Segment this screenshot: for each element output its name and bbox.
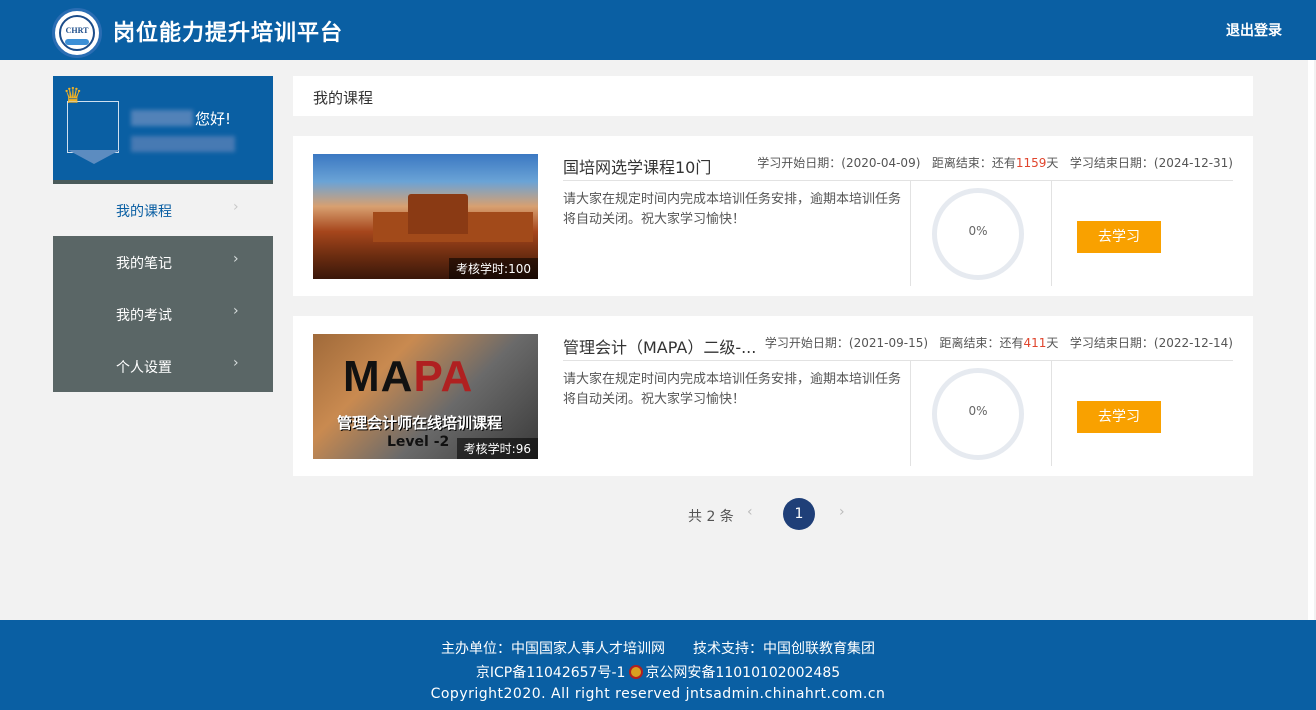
crown-icon: ♛ bbox=[63, 84, 83, 109]
top-header: CHRT 岗位能力提升培训平台 退出登录 bbox=[0, 0, 1316, 60]
main-content: 我的课程 考核学时:100 国培网选学课程10门 学习开始日期：(2020-04… bbox=[293, 76, 1253, 476]
chevron-right-icon: › bbox=[233, 199, 239, 215]
divider bbox=[563, 180, 1233, 181]
remaining-label: 距离结束：还有 bbox=[939, 336, 1024, 350]
sidebar-item-my-exams[interactable]: 我的考试 › bbox=[53, 288, 273, 340]
course-card: 考核学时:100 国培网选学课程10门 学习开始日期：(2020-04-09) … bbox=[293, 136, 1253, 296]
scrollbar-thumb[interactable] bbox=[1308, 60, 1314, 620]
progress-percent: 0% bbox=[968, 224, 988, 238]
course-hours-badge: 考核学时:100 bbox=[449, 258, 538, 279]
blurred-username bbox=[131, 110, 193, 126]
sidebar: ♛ 您好! 我的课程 › 我的笔记 › 我的考试 › 个人设置 › bbox=[53, 76, 273, 392]
page-scrollbar[interactable] bbox=[1306, 60, 1316, 620]
start-date: (2020-04-09) bbox=[841, 156, 921, 170]
greeting-text: 您好! bbox=[195, 110, 232, 128]
course-thumbnail[interactable]: 考核学时:100 bbox=[313, 154, 538, 279]
start-date: (2021-09-15) bbox=[848, 336, 929, 350]
remaining-unit: 天 bbox=[1046, 156, 1059, 170]
pagination: 共 2 条 ‹ 1 › bbox=[293, 498, 1253, 530]
remaining-label: 距离结束：还有 bbox=[931, 156, 1016, 170]
police-record-link[interactable]: 京公网安备11010102002485 bbox=[645, 665, 840, 681]
go-study-button[interactable]: 去学习 bbox=[1077, 221, 1161, 253]
course-title[interactable]: 国培网选学课程10门 bbox=[563, 154, 763, 178]
remaining-days: 411 bbox=[1023, 336, 1047, 350]
remaining-days: 1159 bbox=[1015, 156, 1047, 170]
footer-copyright: Copyright2020. All right reserved jntsad… bbox=[430, 686, 886, 702]
chevron-right-icon: › bbox=[233, 303, 239, 319]
course-dates: 学习开始日期：(2020-04-09) 距离结束：还有1159天 学习结束日期：… bbox=[757, 154, 1233, 171]
thumb-subtitle: 管理会计师在线培训课程 bbox=[337, 414, 503, 432]
user-profile-card: ♛ 您好! bbox=[53, 76, 273, 184]
course-title[interactable]: 管理会计（MAPA）二级-... bbox=[563, 334, 763, 358]
divider bbox=[910, 181, 911, 286]
end-date-label: 学习结束日期： bbox=[1069, 336, 1154, 350]
sidebar-item-label: 我的考试 bbox=[116, 308, 172, 324]
end-date: (2022-12-14) bbox=[1153, 336, 1233, 350]
police-badge-icon bbox=[629, 665, 644, 679]
chevron-right-icon: › bbox=[233, 355, 239, 371]
site-title: 岗位能力提升培训平台 bbox=[113, 21, 344, 46]
sidebar-item-my-notes[interactable]: 我的笔记 › bbox=[53, 236, 273, 288]
page-number-button[interactable]: 1 bbox=[783, 498, 815, 530]
sidebar-item-label: 我的笔记 bbox=[116, 256, 172, 272]
icp-link[interactable]: 京ICP备11042657号-1 bbox=[476, 665, 626, 681]
logo-text: CHRT bbox=[65, 26, 89, 35]
chevron-right-icon: › bbox=[233, 251, 239, 267]
desert-mesa bbox=[408, 194, 468, 234]
mapa-logo-part: PA bbox=[413, 352, 474, 401]
footer-organizers: 主办单位：中国国家人事人才培训网 技术支持：中国创联教育集团 bbox=[441, 641, 875, 657]
footer: 主办单位：中国国家人事人才培训网 技术支持：中国创联教育集团 京ICP备1104… bbox=[0, 620, 1316, 710]
logout-link[interactable]: 退出登录 bbox=[1226, 20, 1282, 40]
divider bbox=[1051, 181, 1052, 286]
mapa-logo: MAPA bbox=[343, 352, 473, 402]
site-logo: CHRT bbox=[52, 8, 102, 58]
progress-ring: 0% bbox=[932, 368, 1024, 460]
sidebar-item-my-courses[interactable]: 我的课程 › bbox=[53, 184, 273, 236]
end-date-label: 学习结束日期： bbox=[1069, 156, 1154, 170]
sidebar-item-label: 我的课程 bbox=[116, 204, 172, 220]
sidebar-item-label: 个人设置 bbox=[116, 360, 172, 376]
divider bbox=[563, 360, 1233, 361]
start-date-label: 学习开始日期： bbox=[757, 156, 842, 170]
sidebar-item-settings[interactable]: 个人设置 › bbox=[53, 340, 273, 392]
footer-registration: 京ICP备11042657号-1 京公网安备11010102002485 bbox=[0, 662, 1316, 682]
course-description: 请大家在规定时间内完成本培训任务安排，逾期本培训任务将自动关闭。祝大家学习愉快！ bbox=[563, 192, 902, 227]
course-dates: 学习开始日期：(2021-09-15) 距离结束：还有411天 学习结束日期：(… bbox=[765, 334, 1233, 351]
page-title: 我的课程 bbox=[293, 76, 1253, 116]
start-date-label: 学习开始日期： bbox=[764, 336, 849, 350]
course-card: MAPA 管理会计师在线培训课程 Level -2 考核学时:96 管理会计（M… bbox=[293, 316, 1253, 476]
divider bbox=[1051, 361, 1052, 466]
thumb-level: Level -2 bbox=[387, 434, 450, 450]
avatar-chevron-icon bbox=[68, 150, 120, 164]
course-hours-badge: 考核学时:96 bbox=[456, 438, 538, 459]
blurred-user-info bbox=[131, 136, 235, 152]
remaining-unit: 天 bbox=[1046, 336, 1059, 350]
divider bbox=[910, 361, 911, 466]
progress-percent: 0% bbox=[968, 404, 988, 418]
pagination-total: 共 2 条 bbox=[688, 509, 734, 525]
chevron-right-icon[interactable]: › bbox=[839, 504, 845, 520]
go-study-button[interactable]: 去学习 bbox=[1077, 401, 1161, 433]
course-description: 请大家在规定时间内完成本培训任务安排，逾期本培训任务将自动关闭。祝大家学习愉快！ bbox=[563, 372, 902, 407]
progress-ring: 0% bbox=[932, 188, 1024, 280]
logo-wave-icon bbox=[65, 39, 89, 45]
mapa-logo-part: MA bbox=[343, 352, 414, 401]
chevron-left-icon[interactable]: ‹ bbox=[747, 504, 753, 520]
course-thumbnail[interactable]: MAPA 管理会计师在线培训课程 Level -2 考核学时:96 bbox=[313, 334, 538, 459]
end-date: (2024-12-31) bbox=[1153, 156, 1233, 170]
